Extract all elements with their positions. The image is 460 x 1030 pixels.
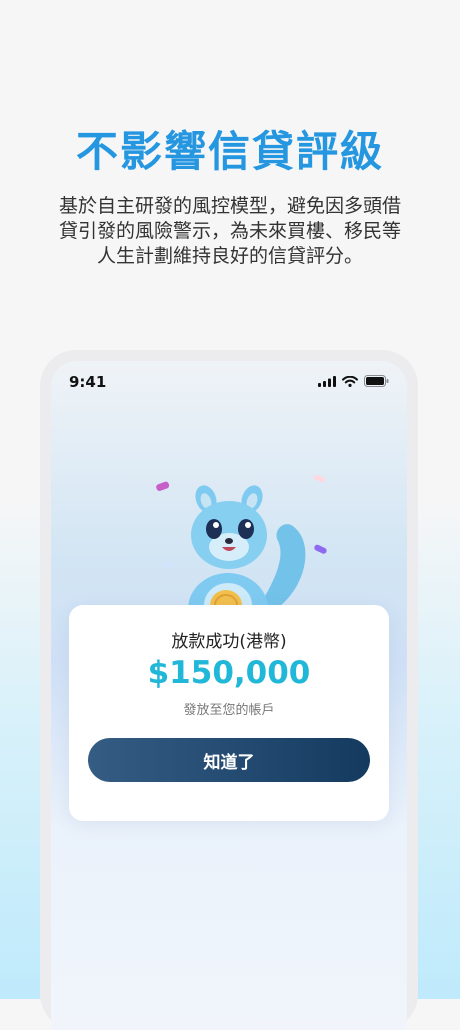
- disbursement-success-card: 放款成功(港幣) $150,000 發放至您的帳戶 知道了: [69, 605, 389, 821]
- status-bar-icons: [318, 375, 389, 387]
- subtext-line: 貸引發的風險警示，為未來買樓、移民等: [58, 220, 401, 242]
- subtext: 基於自主研發的風控模型，避免因多頭借 貸引發的風險警示，為未來買樓、移民等 人生…: [30, 194, 430, 269]
- card-note: 發放至您的帳戶: [183, 703, 275, 718]
- got-it-button[interactable]: 知道了: [88, 738, 370, 782]
- squirrel-mascot-illustration: [156, 474, 327, 611]
- status-time: 9:41: [69, 373, 107, 391]
- loan-amount: $150,000: [147, 655, 311, 691]
- wifi-icon: [342, 375, 358, 387]
- subtext-line: 人生計劃維持良好的信貸評分。: [96, 245, 363, 267]
- headline: 不影響信貸評級: [75, 127, 384, 176]
- signal-icon: [318, 375, 336, 387]
- card-title: 放款成功(港幣): [171, 632, 287, 652]
- battery-icon: [364, 375, 389, 387]
- phone-mockup: 9:41 放款成功(港幣) $150,000 發放至您的帳戶 知道了: [40, 350, 418, 1030]
- subtext-line: 基於自主研發的風控模型，避免因多頭借: [58, 195, 401, 217]
- phone-screen: 9:41 放款成功(港幣) $150,000 發放至您的帳戶 知道了: [51, 361, 407, 1030]
